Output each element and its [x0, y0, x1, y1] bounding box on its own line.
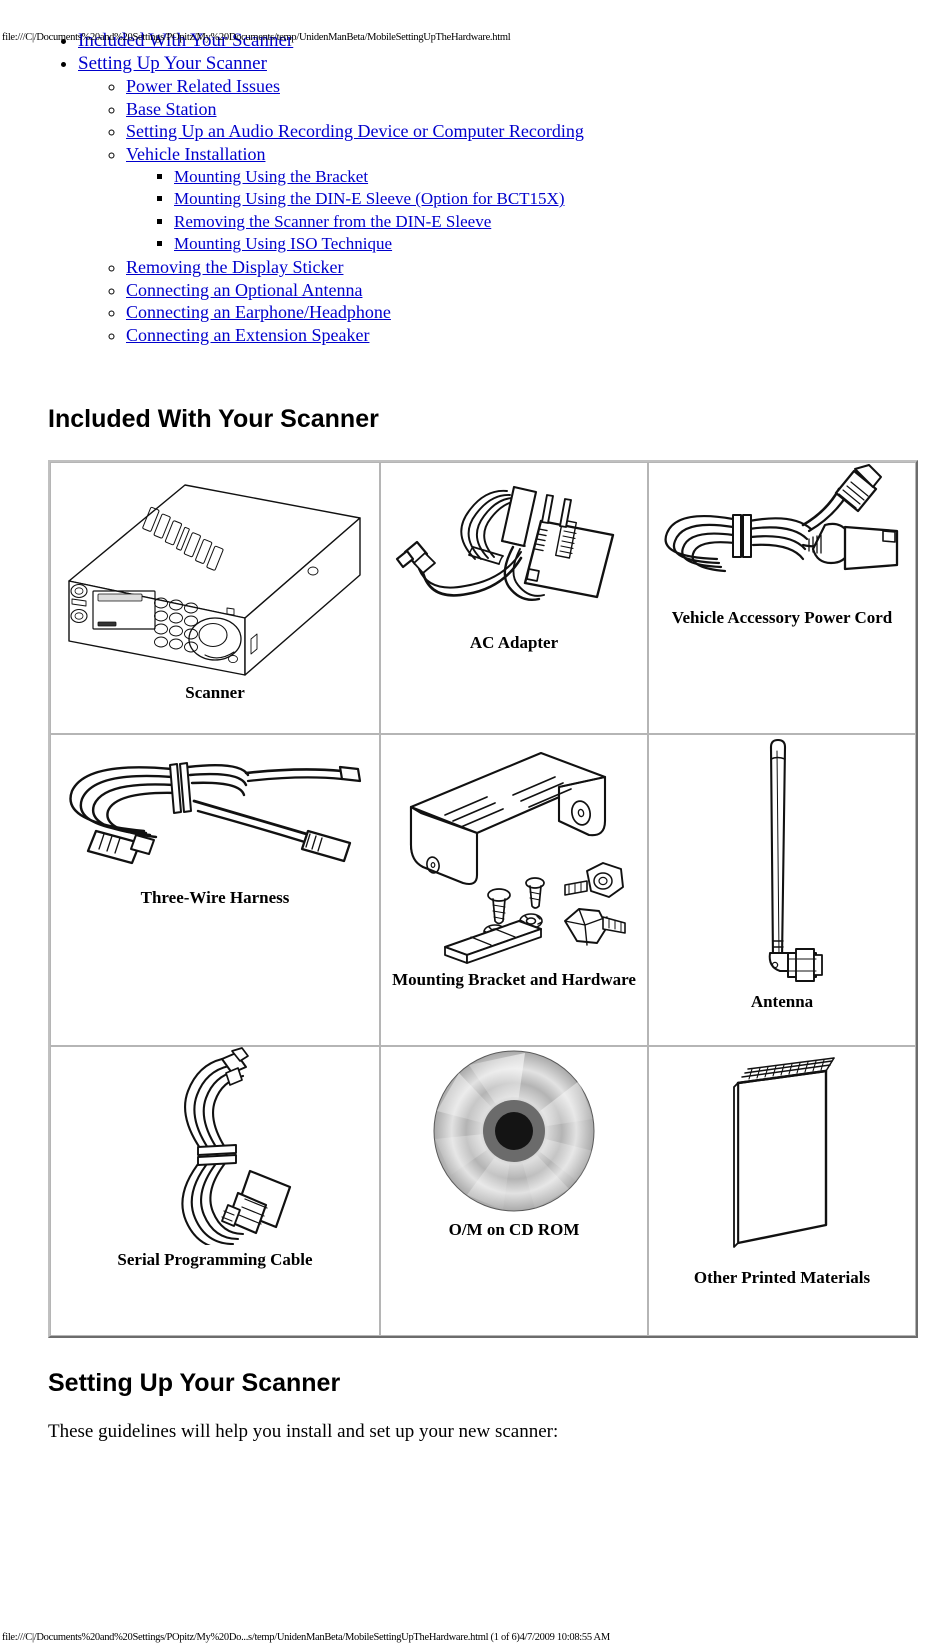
toc-link-audio-recording-device[interactable]: Setting Up an Audio Recording Device or …	[126, 121, 584, 141]
table-cell-antenna: Antenna	[648, 734, 916, 1046]
cd-rom-illustration	[429, 1047, 599, 1220]
toc-item-connecting-earphone-headphone: Connecting an Earphone/Headphone	[126, 301, 951, 324]
toc-item-removing-scanner-from-din-e-sleeve: Removing the Scanner from the DIN-E Slee…	[174, 211, 951, 234]
mounting-bracket-illustration	[389, 735, 639, 970]
table-cell-serial-cable: Serial Programming Cable	[50, 1046, 380, 1336]
toc-link-mounting-using-the-bracket[interactable]: Mounting Using the Bracket	[174, 167, 368, 186]
caption-antenna: Antenna	[750, 992, 814, 1011]
scanner-illustration	[55, 463, 375, 683]
caption-printed-materials: Other Printed Materials	[693, 1268, 871, 1287]
caption-ac-adapter: AC Adapter	[469, 633, 559, 652]
toc-item-mounting-using-din-e-sleeve: Mounting Using the DIN-E Sleeve (Option …	[174, 188, 951, 211]
table-of-contents: Included With Your Scanner Setting Up Yo…	[0, 30, 951, 346]
caption-three-wire-harness: Three-Wire Harness	[140, 888, 290, 907]
toc-link-connecting-optional-antenna[interactable]: Connecting an Optional Antenna	[126, 280, 362, 300]
toc-link-connecting-earphone-headphone[interactable]: Connecting an Earphone/Headphone	[126, 302, 391, 322]
toc-item-setting-up-your-scanner: Setting Up Your Scanner Power Related Is…	[78, 53, 951, 347]
included-items-table: Scanner AC Adapter Vehicle Accessory Pow…	[48, 460, 918, 1338]
toc-item-removing-the-display-sticker: Removing the Display Sticker	[126, 256, 951, 279]
toc-item-mounting-using-iso-technique: Mounting Using ISO Technique	[174, 233, 951, 256]
caption-cd-rom: O/M on CD ROM	[448, 1220, 580, 1239]
table-row: Three-Wire Harness Mounting Bracket and …	[50, 734, 916, 1046]
toc-sublist-setting-up-your-scanner: Power Related Issues Base Station Settin…	[78, 75, 951, 346]
caption-scanner: Scanner	[185, 683, 245, 702]
toc-link-vehicle-installation[interactable]: Vehicle Installation	[126, 144, 265, 164]
toc-item-mounting-using-the-bracket: Mounting Using the Bracket	[174, 166, 951, 189]
toc-item-power-related-issues: Power Related Issues	[126, 75, 951, 98]
table-cell-mounting-bracket: Mounting Bracket and Hardware	[380, 734, 648, 1046]
toc-link-base-station[interactable]: Base Station	[126, 99, 217, 119]
print-header-url: file:///C|/Documents%20and%20Settings/PO…	[2, 32, 511, 43]
table-cell-scanner: Scanner	[50, 462, 380, 734]
print-footer-url: file:///C|/Documents%20and%20Settings/PO…	[2, 1632, 610, 1643]
table-row: Scanner AC Adapter Vehicle Accessory Pow…	[50, 462, 916, 734]
toc-link-power-related-issues[interactable]: Power Related Issues	[126, 76, 280, 96]
caption-serial-cable: Serial Programming Cable	[117, 1250, 313, 1269]
heading-setting-up-your-scanner: Setting Up Your Scanner	[48, 1369, 341, 1397]
toc-item-connecting-extension-speaker: Connecting an Extension Speaker	[126, 324, 951, 347]
serial-cable-illustration	[100, 1047, 330, 1251]
ac-adapter-illustration	[389, 463, 639, 633]
toc-link-mounting-using-iso-technique[interactable]: Mounting Using ISO Technique	[174, 234, 392, 253]
toc-link-setting-up-your-scanner[interactable]: Setting Up Your Scanner	[78, 53, 267, 74]
caption-mounting-bracket: Mounting Bracket and Hardware	[392, 970, 636, 989]
toc-link-removing-the-display-sticker[interactable]: Removing the Display Sticker	[126, 257, 343, 277]
vehicle-power-cord-illustration	[653, 463, 911, 608]
toc-item-base-station: Base Station	[126, 98, 951, 121]
printed-materials-illustration	[712, 1047, 852, 1268]
toc-item-audio-recording-device: Setting Up an Audio Recording Device or …	[126, 120, 951, 143]
toc-item-connecting-optional-antenna: Connecting an Optional Antenna	[126, 279, 951, 302]
toc-link-removing-scanner-from-din-e-sleeve[interactable]: Removing the Scanner from the DIN-E Slee…	[174, 212, 491, 231]
table-cell-printed-materials: Other Printed Materials	[648, 1046, 916, 1336]
setup-intro-paragraph: These guidelines will help you install a…	[48, 1421, 559, 1442]
antenna-illustration	[722, 735, 842, 992]
caption-vehicle-power-cord: Vehicle Accessory Power Cord	[671, 608, 893, 627]
table-row: Serial Programming Cable O/M on CD ROM O…	[50, 1046, 916, 1336]
toc-sublist-vehicle-installation: Mounting Using the Bracket Mounting Usin…	[126, 166, 951, 256]
table-cell-cd-rom: O/M on CD ROM	[380, 1046, 648, 1336]
three-wire-harness-illustration	[60, 735, 370, 888]
toc-link-mounting-using-din-e-sleeve[interactable]: Mounting Using the DIN-E Sleeve (Option …	[174, 189, 564, 208]
toc-item-vehicle-installation: Vehicle Installation Mounting Using the …	[126, 143, 951, 256]
table-cell-vehicle-power-cord: Vehicle Accessory Power Cord	[648, 462, 916, 734]
heading-included-with-your-scanner: Included With Your Scanner	[48, 405, 379, 433]
table-cell-ac-adapter: AC Adapter	[380, 462, 648, 734]
table-cell-three-wire-harness: Three-Wire Harness	[50, 734, 380, 1046]
toc-link-connecting-extension-speaker[interactable]: Connecting an Extension Speaker	[126, 325, 369, 345]
